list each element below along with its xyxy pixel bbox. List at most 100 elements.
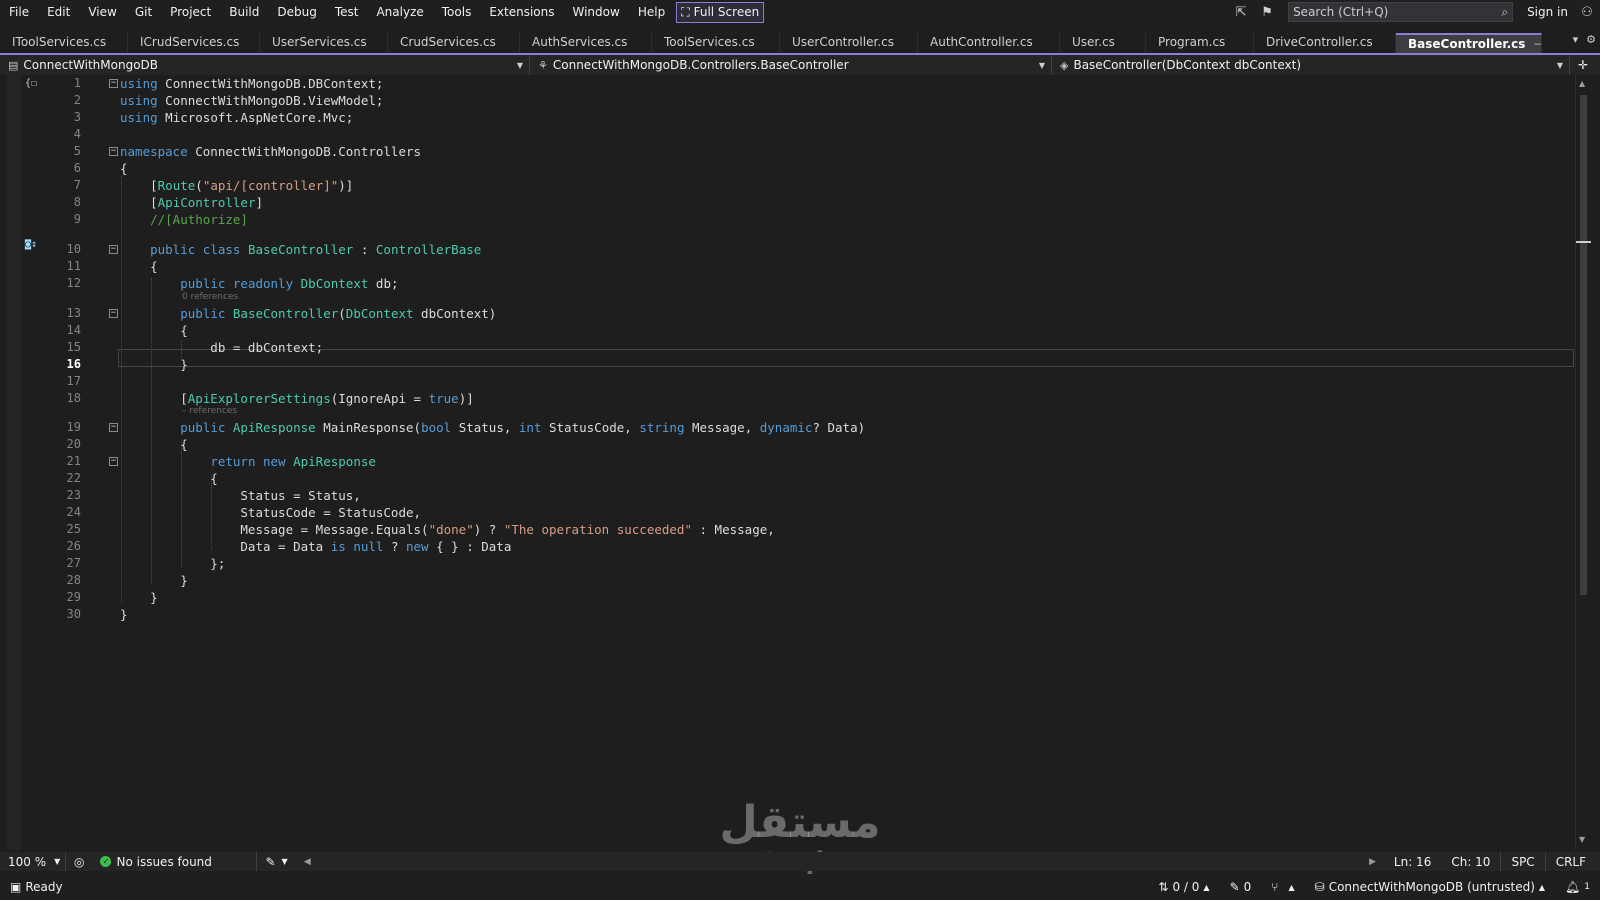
project-dropdown[interactable]: ▤ ConnectWithMongoDB ▼	[0, 55, 530, 75]
tab-drivecontroller[interactable]: DriveController.cs	[1254, 33, 1396, 53]
tab-strip-controls: ▾ ⚙	[1573, 33, 1596, 46]
line-ending-indicator[interactable]: CRLF	[1544, 852, 1600, 871]
line-number: 17	[66, 374, 81, 388]
issues-indicator[interactable]: ✓ No issues found	[92, 852, 258, 871]
tab-crudservices[interactable]: CrudServices.cs	[388, 33, 520, 53]
line-number: 14	[66, 323, 81, 337]
code-line: namespace ConnectWithMongoDB.Controllers	[120, 144, 422, 159]
code-cleanup-button[interactable]: ✎ ▼	[257, 852, 295, 871]
scroll-up-icon[interactable]: ▲	[1579, 79, 1585, 88]
menu-edit[interactable]: Edit	[38, 0, 79, 24]
line-indicator[interactable]: Ln: 16	[1384, 852, 1441, 871]
line-number-current: 16	[66, 357, 81, 371]
tab-authservices[interactable]: AuthServices.cs	[520, 33, 652, 53]
active-tab-label: BaseController.cs	[1408, 37, 1526, 51]
menu-debug[interactable]: Debug	[268, 0, 325, 24]
menu-view[interactable]: View	[79, 0, 125, 24]
chevron-down-icon: ▼	[1556, 60, 1563, 70]
fold-toggle[interactable]: −	[109, 309, 118, 318]
branch-button[interactable]: ⑂ ▲	[1261, 880, 1304, 894]
branch-icon: ⑂	[1271, 880, 1279, 894]
code-line: }	[120, 590, 158, 605]
output-window-icon[interactable]: ▣	[10, 880, 21, 894]
menu-git[interactable]: Git	[126, 0, 161, 24]
settings-gear-icon[interactable]: ⚙	[1586, 33, 1596, 46]
class-path: ConnectWithMongoDB.Controllers.BaseContr…	[552, 58, 849, 72]
vertical-scrollbar[interactable]: ▲ ▼	[1575, 75, 1591, 850]
menu-tools[interactable]: Tools	[433, 0, 481, 24]
tab-toolservices[interactable]: ToolServices.cs	[652, 33, 780, 53]
class-dropdown[interactable]: ⚘ ConnectWithMongoDB.Controllers.BaseCon…	[530, 55, 1052, 75]
tab-icrudservices[interactable]: ICrudServices.cs	[128, 33, 260, 53]
ready-text: Ready	[25, 880, 63, 894]
full-screen-button[interactable]: ⛶ Full Screen	[676, 1, 765, 23]
fold-toggle[interactable]: −	[109, 245, 118, 254]
code-editor[interactable]: {☐ ◙↕ 1− using ConnectWithMongoDB.DBConte…	[0, 75, 1600, 850]
zoom-dropdown[interactable]: 100 % ▼	[0, 852, 66, 871]
search-placeholder: Search (Ctrl+Q)	[1293, 5, 1389, 19]
code-line: StatusCode = StatusCode,	[120, 505, 422, 520]
tab-usercontroller[interactable]: UserController.cs	[780, 33, 918, 53]
tab-list-dropdown-icon[interactable]: ▾	[1573, 33, 1579, 46]
brush-icon: ✎	[265, 854, 276, 869]
member-dropdown[interactable]: ◈ BaseController(DbContext dbContext) ▼	[1052, 55, 1570, 75]
sync-count: 0 / 0	[1172, 880, 1200, 894]
line-number: 5	[73, 144, 81, 158]
tab-itoolservices[interactable]: IToolServices.cs	[0, 33, 128, 53]
tab-authcontroller[interactable]: AuthController.cs	[918, 33, 1060, 53]
codelens-references[interactable]: – references	[182, 406, 237, 416]
tab-user[interactable]: User.cs	[1060, 33, 1146, 53]
code-line: using ConnectWithMongoDB.DBContext;	[120, 76, 384, 91]
menu-file[interactable]: File	[0, 0, 38, 24]
codelens-references[interactable]: 0 references	[182, 292, 238, 302]
fold-toggle[interactable]: −	[109, 423, 118, 432]
tab-basecontroller[interactable]: BaseController.cs ⊣ ✕	[1396, 33, 1542, 53]
chevron-up-icon: ▲	[1203, 882, 1210, 892]
chevron-down-icon: ▼	[281, 857, 288, 866]
menu-project[interactable]: Project	[161, 0, 220, 24]
bell-icon: 🔔︎	[1565, 880, 1581, 894]
git-sync-button[interactable]: ⇅ 0 / 0 ▲	[1148, 880, 1219, 894]
pencil-icon: ✎	[1229, 880, 1240, 894]
search-icon: ⌕	[1501, 4, 1509, 19]
menu-extensions[interactable]: Extensions	[480, 0, 563, 24]
notifications-button[interactable]: 🔔︎ 1	[1555, 880, 1600, 894]
menu-window[interactable]: Window	[564, 0, 629, 24]
menu-analyze[interactable]: Analyze	[367, 0, 432, 24]
scroll-left-icon[interactable]: ◀	[296, 852, 319, 871]
code-line: Message = Message.Equals("done") ? "The …	[120, 522, 775, 537]
split-editor-button[interactable]: ✛	[1570, 55, 1598, 75]
scroll-down-icon[interactable]: ▼	[1579, 835, 1585, 844]
fold-toggle[interactable]: −	[109, 457, 118, 466]
caret-position-marker	[1576, 241, 1591, 243]
scroll-thumb[interactable]	[1580, 95, 1587, 595]
code-line: [Route("api/[controller]")]	[120, 178, 354, 193]
plus-icon: ✛	[1578, 58, 1589, 72]
scroll-right-icon[interactable]: ▶	[1361, 852, 1384, 871]
account-icon[interactable]: ⚇	[1574, 5, 1600, 20]
column-indicator[interactable]: Ch: 10	[1441, 852, 1500, 871]
code-line: //[Authorize]	[150, 212, 248, 227]
search-input[interactable]: Search (Ctrl+Q) ⌕	[1288, 2, 1514, 22]
editor-status-bar: 100 % ▼ ◎ ✓ No issues found ✎ ▼ ◀ ▶ Ln: …	[0, 852, 1600, 871]
menu-build[interactable]: Build	[220, 0, 268, 24]
pending-changes-button[interactable]: ✎ 0	[1220, 880, 1262, 894]
repository-button[interactable]: ⛁ ConnectWithMongoDB (untrusted) ▲	[1305, 880, 1555, 894]
line-number: 22	[66, 471, 81, 485]
tab-program[interactable]: Program.cs	[1146, 33, 1254, 53]
share-icon[interactable]: ⇱	[1228, 5, 1254, 20]
chevron-down-icon: ▼	[54, 857, 61, 866]
fold-toggle[interactable]: −	[109, 79, 118, 88]
sign-in-button[interactable]: Sign in	[1521, 5, 1574, 19]
line-number: 25	[66, 522, 81, 536]
whitespace-indicator[interactable]: SPC	[1500, 852, 1544, 871]
menu-help[interactable]: Help	[629, 0, 674, 24]
copilot-icon[interactable]: ◎	[66, 852, 92, 871]
code-line: {	[120, 259, 158, 274]
menu-test[interactable]: Test	[326, 0, 368, 24]
repository-name: ConnectWithMongoDB (untrusted)	[1328, 880, 1535, 894]
fold-toggle[interactable]: −	[109, 147, 118, 156]
feedback-icon[interactable]: ⚑	[1254, 5, 1280, 20]
pin-icon[interactable]: ⊣	[1533, 38, 1541, 51]
tab-userservices[interactable]: UserServices.cs	[260, 33, 388, 53]
